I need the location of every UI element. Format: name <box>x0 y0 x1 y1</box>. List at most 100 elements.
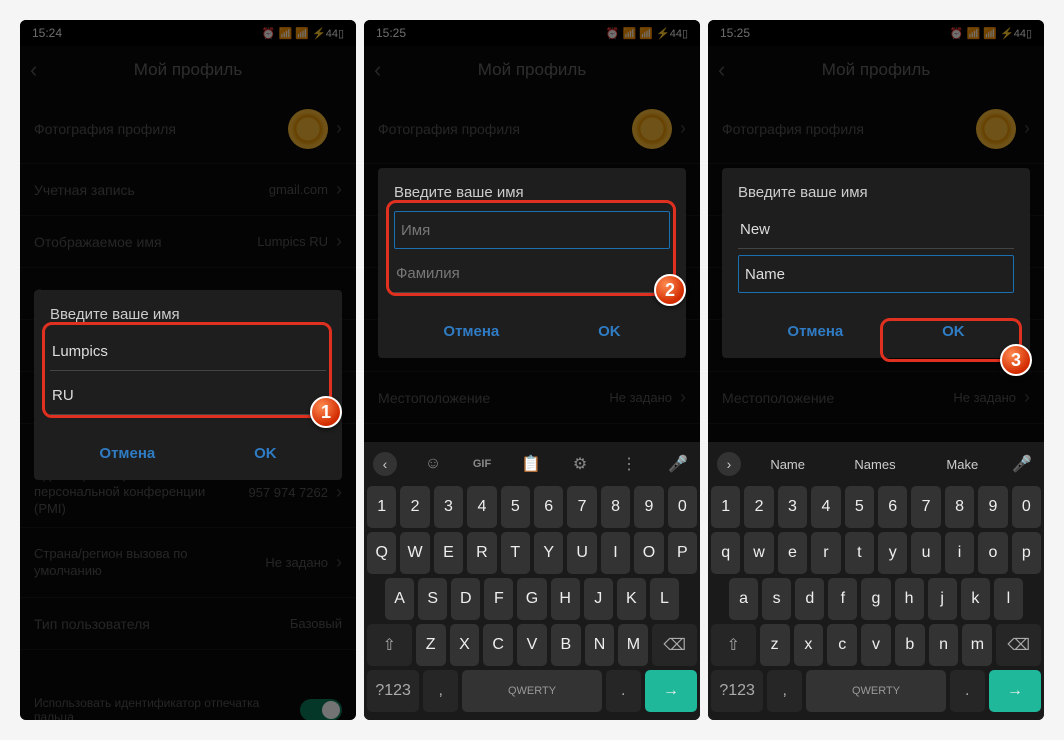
key-X[interactable]: X <box>450 624 480 666</box>
key-u[interactable]: u <box>911 532 940 574</box>
key-space[interactable]: QWERTY <box>806 670 946 712</box>
key-v[interactable]: v <box>861 624 891 666</box>
key-k[interactable]: k <box>961 578 990 620</box>
cancel-button[interactable]: Отмена <box>79 435 175 472</box>
key-4[interactable]: 4 <box>467 486 496 528</box>
key-L[interactable]: L <box>650 578 679 620</box>
key-7[interactable]: 7 <box>567 486 596 528</box>
key-0[interactable]: 0 <box>668 486 697 528</box>
keyboard[interactable]: › Name Names Make 🎤 1234567890 qwertyuio… <box>708 442 1044 720</box>
key-z[interactable]: z <box>760 624 790 666</box>
key-Q[interactable]: Q <box>367 532 396 574</box>
last-name-input[interactable] <box>50 377 326 415</box>
key-enter[interactable]: → <box>989 670 1041 712</box>
emoji-icon[interactable]: ☺ <box>420 455 446 473</box>
key-6[interactable]: 6 <box>534 486 563 528</box>
key-e[interactable]: e <box>778 532 807 574</box>
row-location[interactable]: Местоположение Не задано› <box>364 372 700 424</box>
key-K[interactable]: K <box>617 578 646 620</box>
last-name-input[interactable] <box>738 255 1014 293</box>
key-D[interactable]: D <box>451 578 480 620</box>
key-V[interactable]: V <box>517 624 547 666</box>
key-a[interactable]: a <box>729 578 758 620</box>
key-8[interactable]: 8 <box>945 486 974 528</box>
keyboard[interactable]: ‹ ☺ GIF 📋 ⚙ ⋮ 🎤 1234567890 QWERTYUIOP AS… <box>364 442 700 720</box>
row-account[interactable]: Учетная запись gmail.com› <box>20 164 356 216</box>
key-s[interactable]: s <box>762 578 791 620</box>
ok-button[interactable]: OK <box>922 313 985 350</box>
key-period[interactable]: . <box>606 670 641 712</box>
key-S[interactable]: S <box>418 578 447 620</box>
key-Y[interactable]: Y <box>534 532 563 574</box>
key-6[interactable]: 6 <box>878 486 907 528</box>
key-H[interactable]: H <box>551 578 580 620</box>
key-space[interactable]: QWERTY <box>462 670 602 712</box>
key-5[interactable]: 5 <box>845 486 874 528</box>
suggestion[interactable]: Name <box>747 457 828 472</box>
key-P[interactable]: P <box>668 532 697 574</box>
key-A[interactable]: A <box>385 578 414 620</box>
settings-icon[interactable]: ⚙ <box>567 454 593 474</box>
key-symbols[interactable]: ?123 <box>711 670 763 712</box>
key-comma[interactable]: , <box>767 670 802 712</box>
ok-button[interactable]: OK <box>578 313 641 350</box>
key-Z[interactable]: Z <box>416 624 446 666</box>
key-p[interactable]: p <box>1012 532 1041 574</box>
key-comma[interactable]: , <box>423 670 458 712</box>
cancel-button[interactable]: Отмена <box>767 313 863 350</box>
key-n[interactable]: n <box>929 624 959 666</box>
key-c[interactable]: c <box>827 624 857 666</box>
key-w[interactable]: w <box>744 532 773 574</box>
back-icon[interactable]: ‹ <box>374 57 381 83</box>
first-name-input[interactable] <box>738 211 1014 249</box>
mic-icon[interactable]: 🎤 <box>1009 454 1035 474</box>
key-shift[interactable]: ⇧ <box>367 624 412 666</box>
key-2[interactable]: 2 <box>400 486 429 528</box>
last-name-input[interactable] <box>394 255 670 293</box>
key-9[interactable]: 9 <box>634 486 663 528</box>
key-I[interactable]: I <box>601 532 630 574</box>
key-backspace[interactable]: ⌫ <box>652 624 697 666</box>
key-1[interactable]: 1 <box>367 486 396 528</box>
row-location[interactable]: Местоположение Не задано› <box>708 372 1044 424</box>
key-backspace[interactable]: ⌫ <box>996 624 1041 666</box>
key-h[interactable]: h <box>895 578 924 620</box>
row-region[interactable]: Страна/регион вызова по умолчанию Не зад… <box>20 528 356 598</box>
row-display-name[interactable]: Отображаемое имя Lumpics RU› <box>20 216 356 268</box>
key-d[interactable]: d <box>795 578 824 620</box>
ok-button[interactable]: OK <box>234 435 297 472</box>
key-E[interactable]: E <box>434 532 463 574</box>
key-enter[interactable]: → <box>645 670 697 712</box>
clipboard-icon[interactable]: 📋 <box>518 454 544 474</box>
row-fingerprint[interactable]: Использовать идентификатор отпечатка пал… <box>20 684 356 720</box>
key-C[interactable]: C <box>483 624 513 666</box>
collapse-icon[interactable]: ‹ <box>373 452 397 476</box>
row-profile-photo[interactable]: Фотография профиля › <box>708 94 1044 164</box>
first-name-input[interactable] <box>50 333 326 371</box>
key-3[interactable]: 3 <box>434 486 463 528</box>
key-1[interactable]: 1 <box>711 486 740 528</box>
key-symbols[interactable]: ?123 <box>367 670 419 712</box>
key-2[interactable]: 2 <box>744 486 773 528</box>
key-O[interactable]: O <box>634 532 663 574</box>
key-3[interactable]: 3 <box>778 486 807 528</box>
first-name-input[interactable] <box>394 211 670 249</box>
expand-icon[interactable]: › <box>717 452 741 476</box>
key-t[interactable]: t <box>845 532 874 574</box>
key-j[interactable]: j <box>928 578 957 620</box>
key-T[interactable]: T <box>501 532 530 574</box>
key-R[interactable]: R <box>467 532 496 574</box>
row-usertype[interactable]: Тип пользователя Базовый <box>20 598 356 650</box>
key-U[interactable]: U <box>567 532 596 574</box>
gif-icon[interactable]: GIF <box>469 458 495 470</box>
toggle-on[interactable] <box>300 699 342 721</box>
key-r[interactable]: r <box>811 532 840 574</box>
key-shift[interactable]: ⇧ <box>711 624 756 666</box>
key-B[interactable]: B <box>551 624 581 666</box>
key-N[interactable]: N <box>585 624 615 666</box>
key-y[interactable]: y <box>878 532 907 574</box>
key-period[interactable]: . <box>950 670 985 712</box>
key-l[interactable]: l <box>994 578 1023 620</box>
cancel-button[interactable]: Отмена <box>423 313 519 350</box>
key-5[interactable]: 5 <box>501 486 530 528</box>
